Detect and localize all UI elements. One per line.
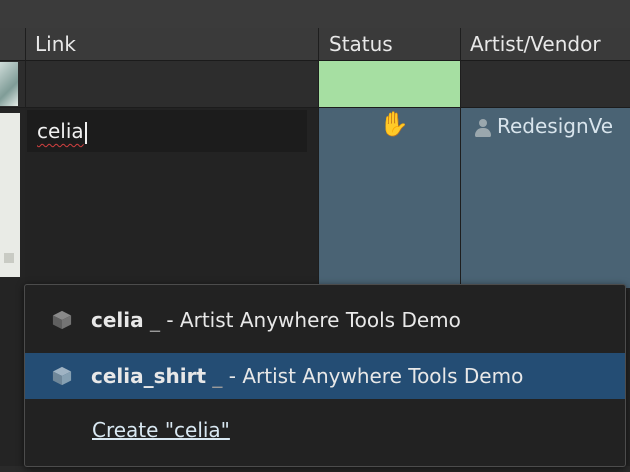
- option-project-name: - Artist Anywhere Tools Demo: [166, 308, 461, 332]
- option-project-name: - Artist Anywhere Tools Demo: [228, 364, 524, 388]
- option-asset-name: celia_shirt: [91, 364, 207, 388]
- column-divider: [25, 28, 26, 108]
- autocomplete-dropdown: celia _ - Artist Anywhere Tools Demo cel…: [24, 284, 626, 467]
- column-divider: [460, 28, 461, 288]
- artist-name: RedesignVe: [497, 114, 614, 138]
- create-new-link[interactable]: Create "celia": [92, 417, 230, 443]
- option-separator: _: [212, 364, 223, 388]
- text-caret: [84, 121, 87, 144]
- artist-vendor-cell[interactable]: RedesignVe: [461, 108, 630, 288]
- status-cell[interactable]: [319, 61, 460, 107]
- link-input[interactable]: celia: [27, 110, 307, 152]
- hand-cursor-icon: ✋: [379, 110, 409, 138]
- option-separator: _: [150, 308, 160, 332]
- asset-cube-icon: [52, 366, 72, 386]
- autocomplete-option-selected[interactable]: celia_shirt _ - Artist Anywhere Tools De…: [25, 353, 625, 399]
- autocomplete-option[interactable]: celia _ - Artist Anywhere Tools Demo: [25, 297, 625, 343]
- top-toolbar: [0, 0, 630, 29]
- column-header-artist-vendor[interactable]: Artist/Vendor: [461, 28, 630, 60]
- table-row[interactable]: [0, 61, 630, 108]
- thumbnail-image[interactable]: [0, 113, 20, 277]
- asset-cube-icon: [52, 310, 72, 330]
- thumbnail-image[interactable]: [0, 62, 18, 106]
- link-input-value: celia: [37, 119, 84, 143]
- column-divider: [318, 28, 319, 288]
- option-asset-name: celia: [91, 308, 144, 332]
- column-header-link[interactable]: Link: [26, 28, 318, 60]
- column-header-status[interactable]: Status: [320, 28, 460, 60]
- column-header-row: Link Status Artist/Vendor: [0, 28, 630, 61]
- person-icon: [473, 118, 493, 138]
